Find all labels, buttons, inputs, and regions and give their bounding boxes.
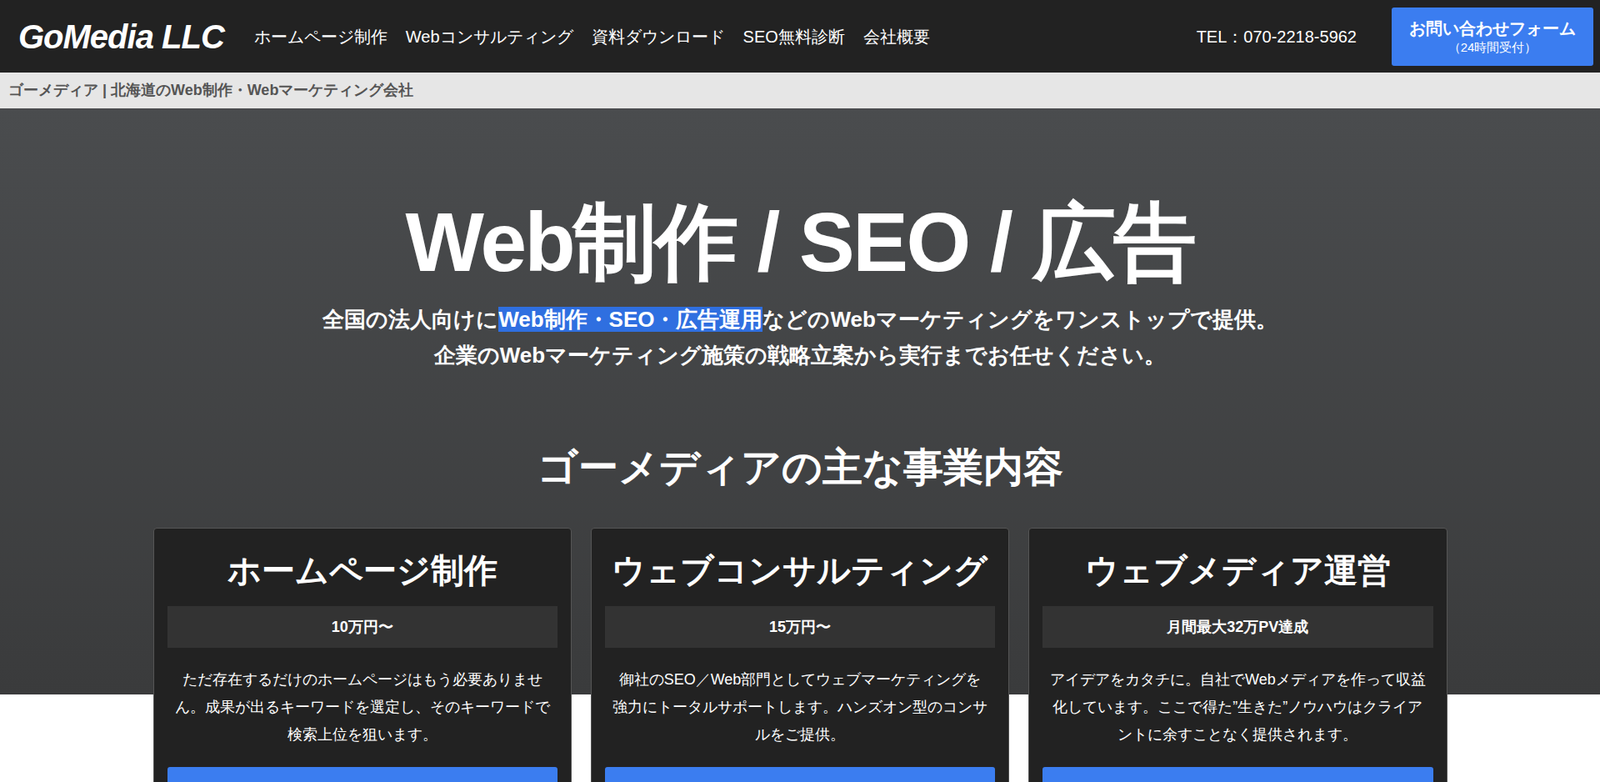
card-grid: ホームページ制作 10万円〜ただ存在するだけのホームページはもう必要ありません。成… bbox=[153, 527, 1448, 782]
card-button[interactable] bbox=[1042, 766, 1433, 782]
card-button[interactable] bbox=[605, 766, 995, 782]
nav-item[interactable]: 資料ダウンロード bbox=[591, 24, 725, 50]
card-title: ウェブコンサルティング bbox=[605, 541, 995, 593]
card-description: アイデアをカタチに。自社でWebメディアを作って収益化しています。ここで得た”生… bbox=[1042, 665, 1433, 749]
card-title: ウェブメディア運営 bbox=[1042, 541, 1433, 593]
nav-item[interactable]: Webコンサルティング bbox=[405, 24, 574, 50]
card-description: 御社のSEO／Web部門としてウェブマーケティングを強力にトータルサポートします… bbox=[605, 665, 995, 749]
hero: Web制作 / SEO / 広告全国の法人向けにWeb制作・SEO・広告運用など… bbox=[0, 108, 1600, 782]
service-card: ウェブコンサルティング 15万円〜御社のSEO／Web部門としてウェブマーケティン… bbox=[590, 527, 1010, 782]
service-card: ホームページ制作 10万円〜ただ存在するだけのホームページはもう必要ありません。成… bbox=[153, 527, 572, 782]
tel[interactable]: TEL：070-2218-5962 bbox=[1196, 24, 1357, 50]
card-price: 10万円〜 bbox=[167, 605, 558, 648]
page: GoMedia LLC ホームページ制作 Webコンサルティング資料ダウンロード SE… bbox=[0, 0, 1600, 782]
card-button[interactable] bbox=[167, 766, 558, 782]
nav-item[interactable]: ホームページ制作 bbox=[254, 24, 388, 50]
hero-title: Web制作 / SEO / 広告 bbox=[405, 108, 1195, 292]
card-price: 月間最大32万PV達成 bbox=[1042, 605, 1433, 648]
card-title: ホームページ制作 bbox=[167, 541, 558, 593]
section-title: ゴーメディアの主な事業内容 bbox=[537, 443, 1064, 492]
service-card: ウェブメディア運営月間最大32万PV達成アイデアをカタチに。自社でWebメディア… bbox=[1028, 527, 1447, 782]
card-description: ただ存在するだけのホームページはもう必要ありません。成果が出るキーワードを選定し… bbox=[167, 665, 558, 749]
nav-item[interactable]: 会社概要 bbox=[863, 24, 930, 50]
hero-subtitle: 全国の法人向けにWeb制作・SEO・広告運用などのWebマーケティングをワンスト… bbox=[322, 301, 1278, 374]
header: GoMedia LLC ホームページ制作 Webコンサルティング資料ダウンロード SE… bbox=[0, 0, 1600, 73]
logo[interactable]: GoMedia LLC bbox=[18, 11, 225, 62]
breadcrumb: ゴーメディア | 北海道のWeb制作・Webマーケティング会社 bbox=[0, 72, 1600, 109]
nav-item[interactable]: SEO無料診断 bbox=[743, 24, 845, 50]
contact-button[interactable]: お問い合わせフォーム（24時間受付） bbox=[1391, 7, 1594, 66]
main-nav: ホームページ制作 Webコンサルティング資料ダウンロード SEO無料診断会社概要 bbox=[254, 24, 930, 50]
card-price: 15万円〜 bbox=[605, 605, 995, 648]
